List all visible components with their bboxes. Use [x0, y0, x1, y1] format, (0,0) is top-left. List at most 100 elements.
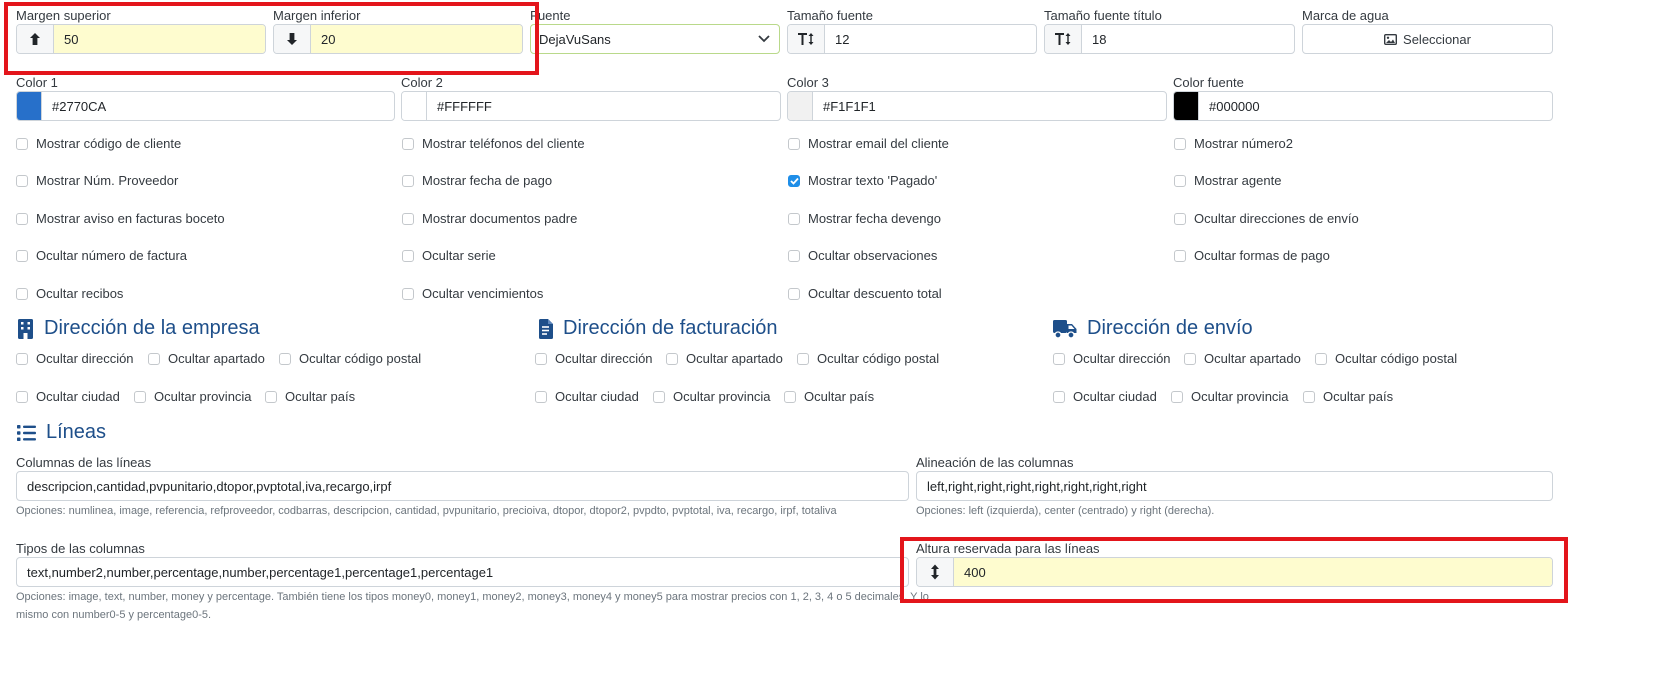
checkbox[interactable]	[1053, 390, 1065, 403]
company-hide-province[interactable]: Ocultar provincia	[134, 389, 252, 404]
company-hide-postal-code[interactable]: Ocultar código postal	[279, 351, 421, 366]
font-color-value[interactable]: #000000	[1199, 92, 1552, 120]
color2-field[interactable]: #FFFFFF	[401, 91, 781, 121]
checkbox[interactable]	[535, 390, 547, 403]
checkbox-checked[interactable]	[788, 174, 800, 187]
shipping-hide-pobox[interactable]: Ocultar apartado	[1184, 351, 1301, 366]
company-hide-pobox[interactable]: Ocultar apartado	[148, 351, 265, 366]
checkbox[interactable]	[134, 390, 146, 403]
font-size-value[interactable]: 12	[825, 25, 1036, 53]
checkbox[interactable]	[1303, 390, 1315, 403]
checkbox[interactable]	[797, 352, 809, 365]
color1-value[interactable]: #2770CA	[42, 92, 394, 120]
checkbox[interactable]	[1174, 174, 1186, 187]
checkbox[interactable]	[666, 352, 678, 365]
column-types-value[interactable]: text,number2,number,percentage,number,pe…	[17, 558, 908, 586]
checkbox[interactable]	[1174, 249, 1186, 262]
checkbox[interactable]	[402, 249, 414, 262]
billing-hide-city[interactable]: Ocultar ciudad	[535, 389, 639, 404]
billing-hide-address[interactable]: Ocultar dirección	[535, 351, 653, 366]
column-types-input[interactable]: text,number2,number,percentage,number,pe…	[16, 557, 909, 587]
shipping-hide-province[interactable]: Ocultar provincia	[1171, 389, 1289, 404]
title-font-size-field[interactable]: 18	[1044, 24, 1295, 54]
billing-hide-pobox[interactable]: Ocultar apartado	[666, 351, 783, 366]
option-checkbox[interactable]: Ocultar recibos	[16, 286, 123, 301]
reserved-height-field[interactable]: 400	[916, 557, 1553, 587]
checkbox[interactable]	[148, 352, 160, 365]
color2-swatch[interactable]	[402, 92, 427, 120]
option-checkbox[interactable]: Mostrar documentos padre	[402, 211, 577, 226]
margin-bottom-value[interactable]: 20	[311, 25, 522, 53]
shipping-hide-country[interactable]: Ocultar país	[1303, 389, 1393, 404]
shipping-hide-postal-code[interactable]: Ocultar código postal	[1315, 351, 1457, 366]
checkbox[interactable]	[16, 174, 28, 187]
checkbox[interactable]	[1174, 137, 1186, 150]
reserved-height-value[interactable]: 400	[954, 558, 1552, 586]
checkbox[interactable]	[402, 287, 414, 300]
column-alignment-input[interactable]: left,right,right,right,right,right,right…	[916, 471, 1553, 501]
watermark-select-button[interactable]: Seleccionar	[1302, 24, 1553, 54]
checkbox[interactable]	[16, 249, 28, 262]
line-columns-value[interactable]: descripcion,cantidad,pvpunitario,dtopor,…	[17, 472, 908, 500]
option-checkbox-paid-text[interactable]: Mostrar texto 'Pagado'	[788, 173, 937, 188]
checkbox[interactable]	[788, 287, 800, 300]
line-columns-input[interactable]: descripcion,cantidad,pvpunitario,dtopor,…	[16, 471, 909, 501]
option-checkbox[interactable]: Ocultar descuento total	[788, 286, 942, 301]
title-font-size-value[interactable]: 18	[1082, 25, 1294, 53]
option-checkbox[interactable]: Mostrar agente	[1174, 173, 1281, 188]
checkbox[interactable]	[265, 390, 277, 403]
column-alignment-value[interactable]: left,right,right,right,right,right,right…	[917, 472, 1552, 500]
color3-field[interactable]: #F1F1F1	[787, 91, 1167, 121]
option-checkbox[interactable]: Ocultar formas de pago	[1174, 248, 1330, 263]
checkbox[interactable]	[402, 174, 414, 187]
billing-hide-province[interactable]: Ocultar provincia	[653, 389, 771, 404]
margin-top-value[interactable]: 50	[54, 25, 265, 53]
checkbox[interactable]	[1053, 352, 1065, 365]
option-checkbox[interactable]: Mostrar fecha devengo	[788, 211, 941, 226]
checkbox[interactable]	[1171, 390, 1183, 403]
checkbox[interactable]	[788, 212, 800, 225]
option-checkbox[interactable]: Mostrar aviso en facturas boceto	[16, 211, 225, 226]
option-checkbox[interactable]: Mostrar código de cliente	[16, 136, 181, 151]
shipping-hide-city[interactable]: Ocultar ciudad	[1053, 389, 1157, 404]
checkbox[interactable]	[402, 212, 414, 225]
company-hide-address[interactable]: Ocultar dirección	[16, 351, 134, 366]
option-checkbox[interactable]: Ocultar serie	[402, 248, 496, 263]
checkbox[interactable]	[653, 390, 665, 403]
font-color-field[interactable]: #000000	[1173, 91, 1553, 121]
checkbox[interactable]	[784, 390, 796, 403]
checkbox[interactable]	[16, 352, 28, 365]
option-checkbox[interactable]: Mostrar fecha de pago	[402, 173, 552, 188]
checkbox[interactable]	[402, 137, 414, 150]
margin-top-field[interactable]: 50	[16, 24, 266, 54]
checkbox[interactable]	[16, 137, 28, 150]
option-checkbox[interactable]: Mostrar Núm. Proveedor	[16, 173, 178, 188]
option-checkbox[interactable]: Ocultar número de factura	[16, 248, 187, 263]
checkbox[interactable]	[788, 137, 800, 150]
option-checkbox[interactable]: Mostrar número2	[1174, 136, 1293, 151]
company-hide-city[interactable]: Ocultar ciudad	[16, 389, 120, 404]
checkbox[interactable]	[1184, 352, 1196, 365]
font-select[interactable]: DejaVuSans	[530, 24, 780, 54]
shipping-hide-address[interactable]: Ocultar dirección	[1053, 351, 1171, 366]
checkbox[interactable]	[535, 352, 547, 365]
option-checkbox[interactable]: Mostrar teléfonos del cliente	[402, 136, 585, 151]
checkbox[interactable]	[16, 212, 28, 225]
option-checkbox[interactable]: Ocultar vencimientos	[402, 286, 543, 301]
color3-swatch[interactable]	[788, 92, 813, 120]
margin-bottom-field[interactable]: 20	[273, 24, 523, 54]
checkbox[interactable]	[16, 390, 28, 403]
color1-field[interactable]: #2770CA	[16, 91, 395, 121]
checkbox[interactable]	[279, 352, 291, 365]
checkbox[interactable]	[1315, 352, 1327, 365]
checkbox[interactable]	[1174, 212, 1186, 225]
color1-swatch[interactable]	[17, 92, 42, 120]
billing-hide-postal-code[interactable]: Ocultar código postal	[797, 351, 939, 366]
font-color-swatch[interactable]	[1174, 92, 1199, 120]
option-checkbox[interactable]: Mostrar email del cliente	[788, 136, 949, 151]
company-hide-country[interactable]: Ocultar país	[265, 389, 355, 404]
color2-value[interactable]: #FFFFFF	[427, 92, 780, 120]
checkbox[interactable]	[16, 287, 28, 300]
color3-value[interactable]: #F1F1F1	[813, 92, 1166, 120]
option-checkbox[interactable]: Ocultar observaciones	[788, 248, 937, 263]
